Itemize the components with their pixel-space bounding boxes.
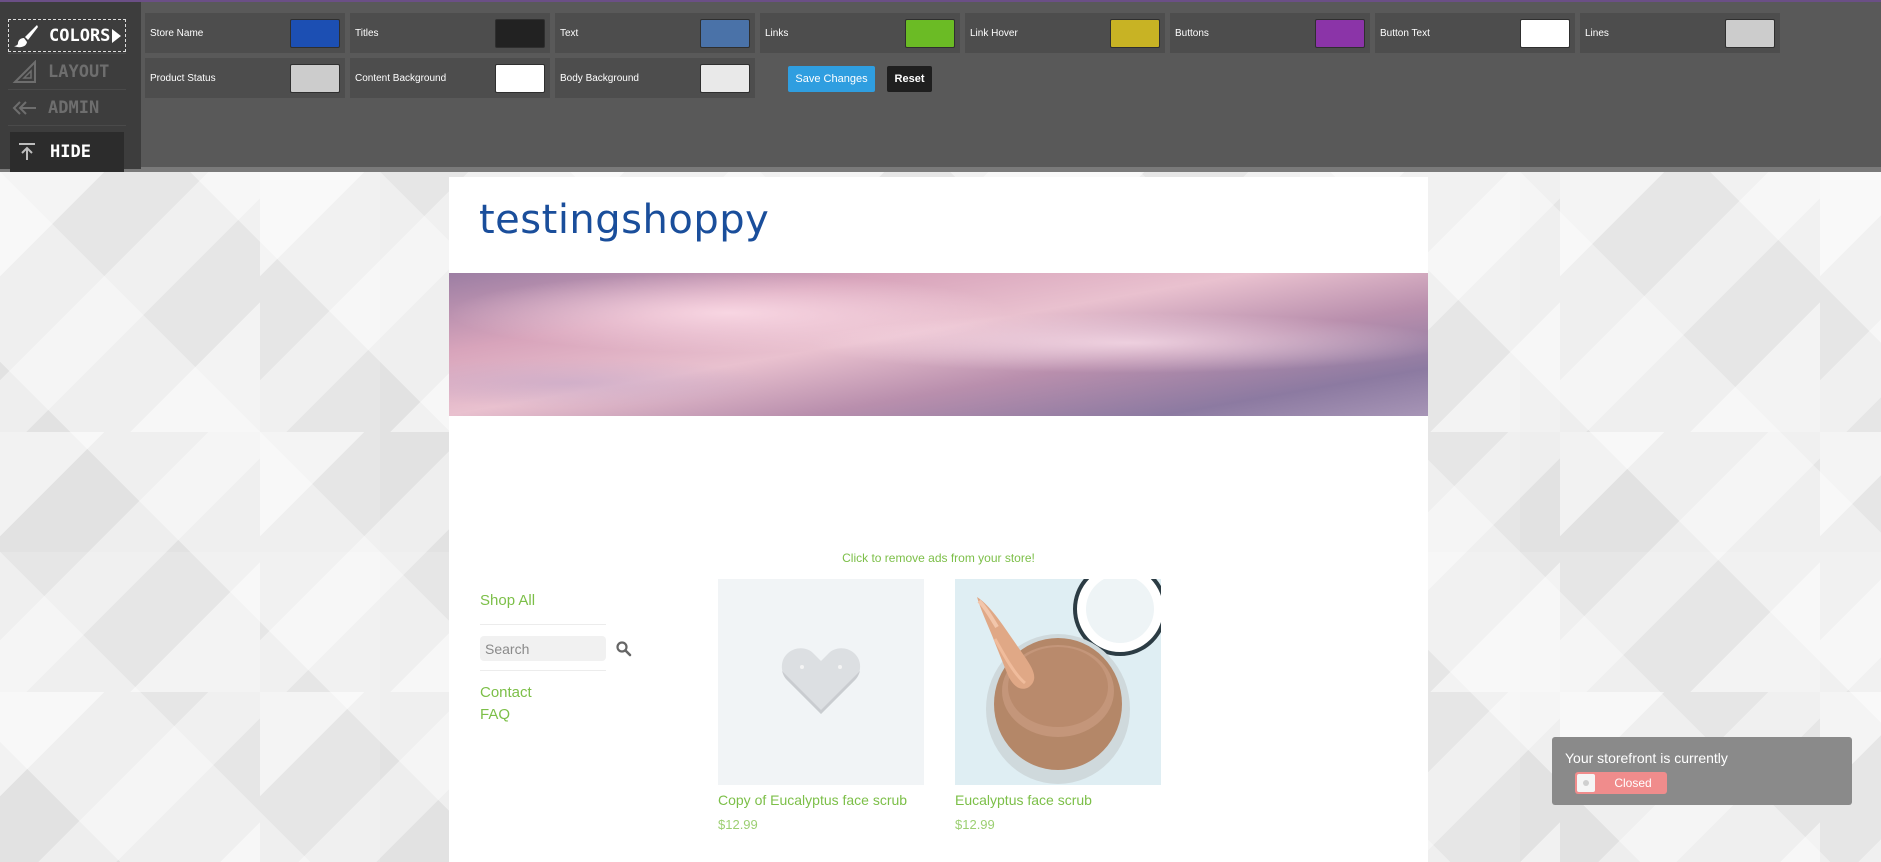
color-field-label: Product Status [150,72,216,84]
nav-colors-label: COLORS [49,25,111,46]
store-content: testingshoppy Click to remove ads from y… [449,177,1428,862]
color-field-button-text[interactable]: Button Text [1375,13,1575,53]
color-field-label: Text [560,27,579,39]
upload-arrow-icon [12,138,42,166]
color-field-label: Button Text [1380,27,1430,39]
search-icon[interactable] [615,640,633,658]
header-banner-image [449,273,1428,416]
color-field-label: Links [765,27,789,39]
placeholder-heart-icon [781,648,861,714]
sidebar-faq-link[interactable]: FAQ [480,706,510,723]
toggle-knob [1577,774,1595,792]
color-field-content-background[interactable]: Content Background [350,58,550,98]
editor-nav: COLORS LAYOUT ADMIN HIDE [0,2,141,172]
nav-layout-label: LAYOUT [48,61,110,82]
color-field-label: Body Background [560,72,639,84]
nav-hide-label: HIDE [50,142,91,162]
color-field-titles[interactable]: Titles [350,13,550,53]
color-field-label: Lines [1585,27,1609,39]
product-image-placeholder[interactable] [718,579,924,785]
color-field-text[interactable]: Text [555,13,755,53]
reset-button[interactable]: Reset [887,66,932,92]
remove-ads-link[interactable]: Click to remove ads from your store! [449,551,1428,565]
color-field-label: Titles [355,27,379,39]
color-field-lines[interactable]: Lines [1580,13,1780,53]
save-changes-button[interactable]: Save Changes [788,66,875,92]
sidebar-shop-all-link[interactable]: Shop All [480,592,535,609]
nav-admin[interactable]: ADMIN [8,91,126,124]
product-price: $12.99 [718,817,758,832]
nav-divider [8,53,126,54]
product-name-link[interactable]: Eucalyptus face scrub [955,792,1092,808]
color-field-product-status[interactable]: Product Status [145,58,345,98]
color-swatch[interactable] [290,63,340,93]
color-swatch[interactable] [495,63,545,93]
hide-panel-button[interactable]: HIDE [10,132,124,172]
sidebar-contact-link[interactable]: Contact [480,684,532,701]
product-name-link[interactable]: Copy of Eucalyptus face scrub [718,792,907,808]
product-price: $12.99 [955,817,995,832]
nav-divider [8,89,126,90]
toggle-label: Closed [1614,776,1652,790]
color-swatch[interactable] [905,18,955,48]
color-swatch[interactable] [1110,18,1160,48]
color-swatch[interactable] [1725,18,1775,48]
store-name-logo[interactable]: testingshoppy [479,197,769,243]
nav-admin-label: ADMIN [48,97,100,118]
color-field-store-name[interactable]: Store Name [145,13,345,53]
color-field-buttons[interactable]: Buttons [1170,13,1370,53]
search-input[interactable] [480,636,606,661]
sidebar-divider [480,670,606,671]
set-square-icon [10,58,40,86]
back-arrows-icon [10,94,40,122]
paintbrush-icon [11,22,41,50]
color-field-label: Buttons [1175,27,1209,39]
color-swatch[interactable] [495,18,545,48]
color-swatch[interactable] [700,63,750,93]
play-arrow-icon [112,29,121,43]
color-field-link-hover[interactable]: Link Hover [965,13,1165,53]
color-swatch[interactable] [700,18,750,48]
storefront-open-toggle[interactable]: Closed [1575,772,1667,794]
theme-editor-panel: COLORS LAYOUT ADMIN HIDE Store Name Titl… [0,0,1881,172]
color-field-label: Link Hover [970,27,1018,39]
color-swatch[interactable] [1315,18,1365,48]
color-swatch[interactable] [1520,18,1570,48]
product-image[interactable] [955,562,1167,785]
nav-divider [8,125,126,126]
storefront-status-toast: Your storefront is currently Closed [1552,737,1852,805]
color-field-label: Store Name [150,27,204,39]
nav-colors[interactable]: COLORS [8,19,126,52]
sidebar-divider [480,624,606,625]
nav-layout[interactable]: LAYOUT [8,55,126,88]
color-field-links[interactable]: Links [760,13,960,53]
storefront-status-text: Your storefront is currently [1565,750,1728,766]
color-field-body-background[interactable]: Body Background [555,58,755,98]
color-field-label: Content Background [355,72,447,84]
color-swatch[interactable] [290,18,340,48]
